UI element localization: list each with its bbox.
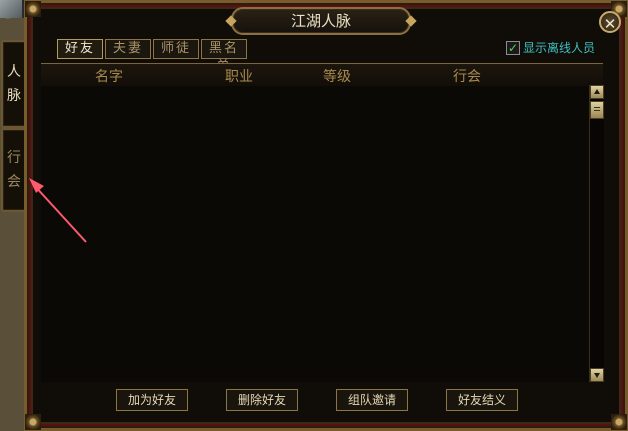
column-header-level[interactable]: 等级	[323, 66, 351, 86]
scroll-down-button[interactable]	[590, 368, 604, 382]
tab-master-apprentice[interactable]: 师徒	[153, 39, 199, 59]
close-icon: ✕	[603, 15, 617, 33]
frame-corner-ornament	[25, 1, 41, 17]
side-tab-guild-label-top: 行	[7, 150, 21, 166]
relation-tabs: 好友 夫妻 师徒 黑名单	[57, 39, 247, 74]
side-tab-guild-label-bottom: 会	[7, 174, 21, 190]
show-offline-checkbox[interactable]: ✓	[505, 40, 520, 55]
frame-corner-ornament	[25, 414, 41, 430]
minimap-icon	[0, 0, 24, 18]
friend-bond-button[interactable]: 好友结义	[446, 389, 518, 411]
column-header-name[interactable]: 名字	[95, 66, 123, 86]
column-header-guild[interactable]: 行会	[453, 66, 481, 86]
tab-friends[interactable]: 好友	[57, 39, 103, 59]
show-offline-toggle[interactable]: ✓ 显示离线人员	[505, 39, 595, 56]
side-tab-people-label-bottom: 脉	[7, 88, 21, 104]
relations-dialog: 江湖人脉 ✕ 好友 夫妻 师徒 黑名单 ✓ 显示离线人员 名字 职业 等级 行会…	[24, 0, 628, 431]
friend-list[interactable]	[41, 86, 603, 382]
side-tab-people-label-top: 人	[7, 64, 21, 80]
dialog-title: 江湖人脉	[231, 7, 411, 35]
frame-corner-ornament	[611, 414, 627, 430]
scroll-up-button[interactable]	[590, 85, 604, 99]
list-header: 名字 职业 等级 行会	[41, 63, 603, 87]
checkmark-icon: ✓	[507, 40, 519, 55]
team-invite-button[interactable]: 组队邀请	[336, 389, 408, 411]
tab-spouse[interactable]: 夫妻	[105, 39, 151, 59]
column-header-class[interactable]: 职业	[225, 66, 253, 86]
scroll-thumb[interactable]	[590, 101, 604, 119]
add-friend-button[interactable]: 加为好友	[116, 389, 188, 411]
tab-blacklist[interactable]: 黑名单	[201, 39, 247, 74]
show-offline-label: 显示离线人员	[522, 41, 595, 55]
delete-friend-button[interactable]: 删除好友	[226, 389, 298, 411]
close-button[interactable]: ✕	[599, 11, 621, 33]
list-scrollbar[interactable]	[589, 85, 604, 382]
